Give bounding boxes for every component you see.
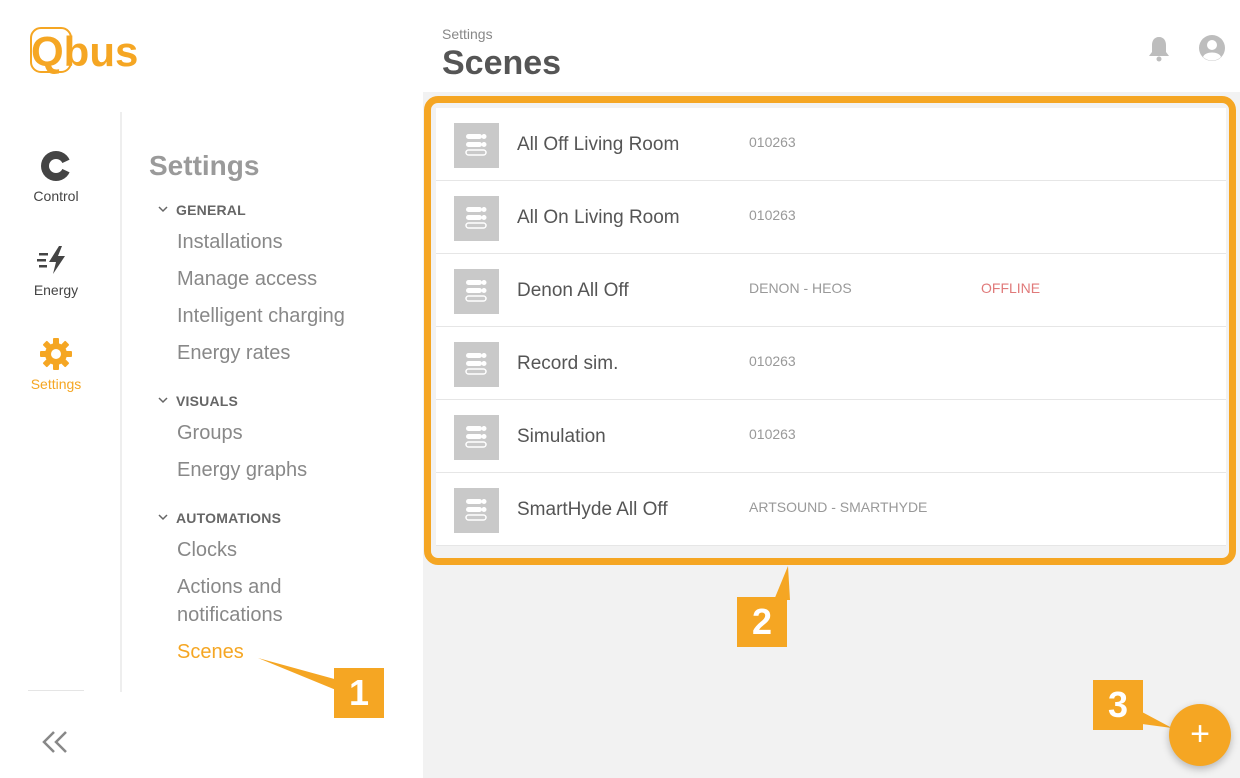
energy-icon: [37, 246, 65, 274]
double-chevron-left-icon[interactable]: [38, 727, 74, 757]
chevron-down-icon: [158, 206, 168, 213]
section-general[interactable]: GENERAL: [158, 202, 246, 218]
chevron-down-icon: [158, 514, 168, 521]
rail-item-settings[interactable]: Settings: [0, 334, 112, 392]
annotation-badge-2: 2: [737, 597, 787, 647]
chevron-down-icon: [158, 397, 168, 404]
section-label: VISUALS: [176, 393, 239, 409]
page-title: Scenes: [442, 44, 562, 82]
rail-label-control: Control: [33, 188, 79, 204]
settings-menu: Settings GENERAL Installations Manage ac…: [122, 0, 422, 778]
user-avatar-icon[interactable]: [1198, 34, 1226, 62]
rail-label-settings: Settings: [30, 376, 82, 392]
menu-item-manage-access[interactable]: Manage access: [177, 265, 317, 293]
menu-item-installations[interactable]: Installations: [177, 228, 283, 256]
bell-icon[interactable]: [1147, 34, 1171, 62]
annotation-badge-1: 1: [334, 668, 384, 718]
rail-label-energy: Energy: [33, 282, 79, 298]
section-label: GENERAL: [176, 202, 246, 218]
menu-item-energy-rates[interactable]: Energy rates: [177, 339, 290, 367]
rail-item-energy[interactable]: Energy: [0, 240, 112, 298]
left-rail: Qbus Control Energy Settings: [0, 0, 138, 778]
add-scene-button[interactable]: +: [1169, 704, 1231, 766]
breadcrumb[interactable]: Settings: [442, 26, 493, 42]
rail-item-control[interactable]: Control: [0, 146, 112, 204]
section-visuals[interactable]: VISUALS: [158, 393, 238, 409]
control-icon: [41, 151, 73, 181]
menu-item-scenes[interactable]: Scenes: [177, 638, 244, 666]
menu-item-intelligent-charging[interactable]: Intelligent charging: [177, 302, 345, 330]
highlight-frame: [424, 96, 1236, 565]
menu-item-actions-notifications[interactable]: Actions and notifications: [177, 573, 347, 629]
menu-item-groups[interactable]: Groups: [177, 419, 243, 447]
annotation-badge-3: 3: [1093, 680, 1143, 730]
gear-icon: [40, 338, 72, 370]
section-label: AUTOMATIONS: [176, 510, 282, 526]
menu-item-energy-graphs[interactable]: Energy graphs: [177, 456, 307, 484]
menu-title: Settings: [149, 150, 260, 181]
section-automations[interactable]: AUTOMATIONS: [158, 510, 281, 526]
top-bar: Settings Scenes: [423, 0, 1240, 92]
rail-divider: [28, 690, 84, 691]
menu-item-clocks[interactable]: Clocks: [177, 536, 237, 564]
